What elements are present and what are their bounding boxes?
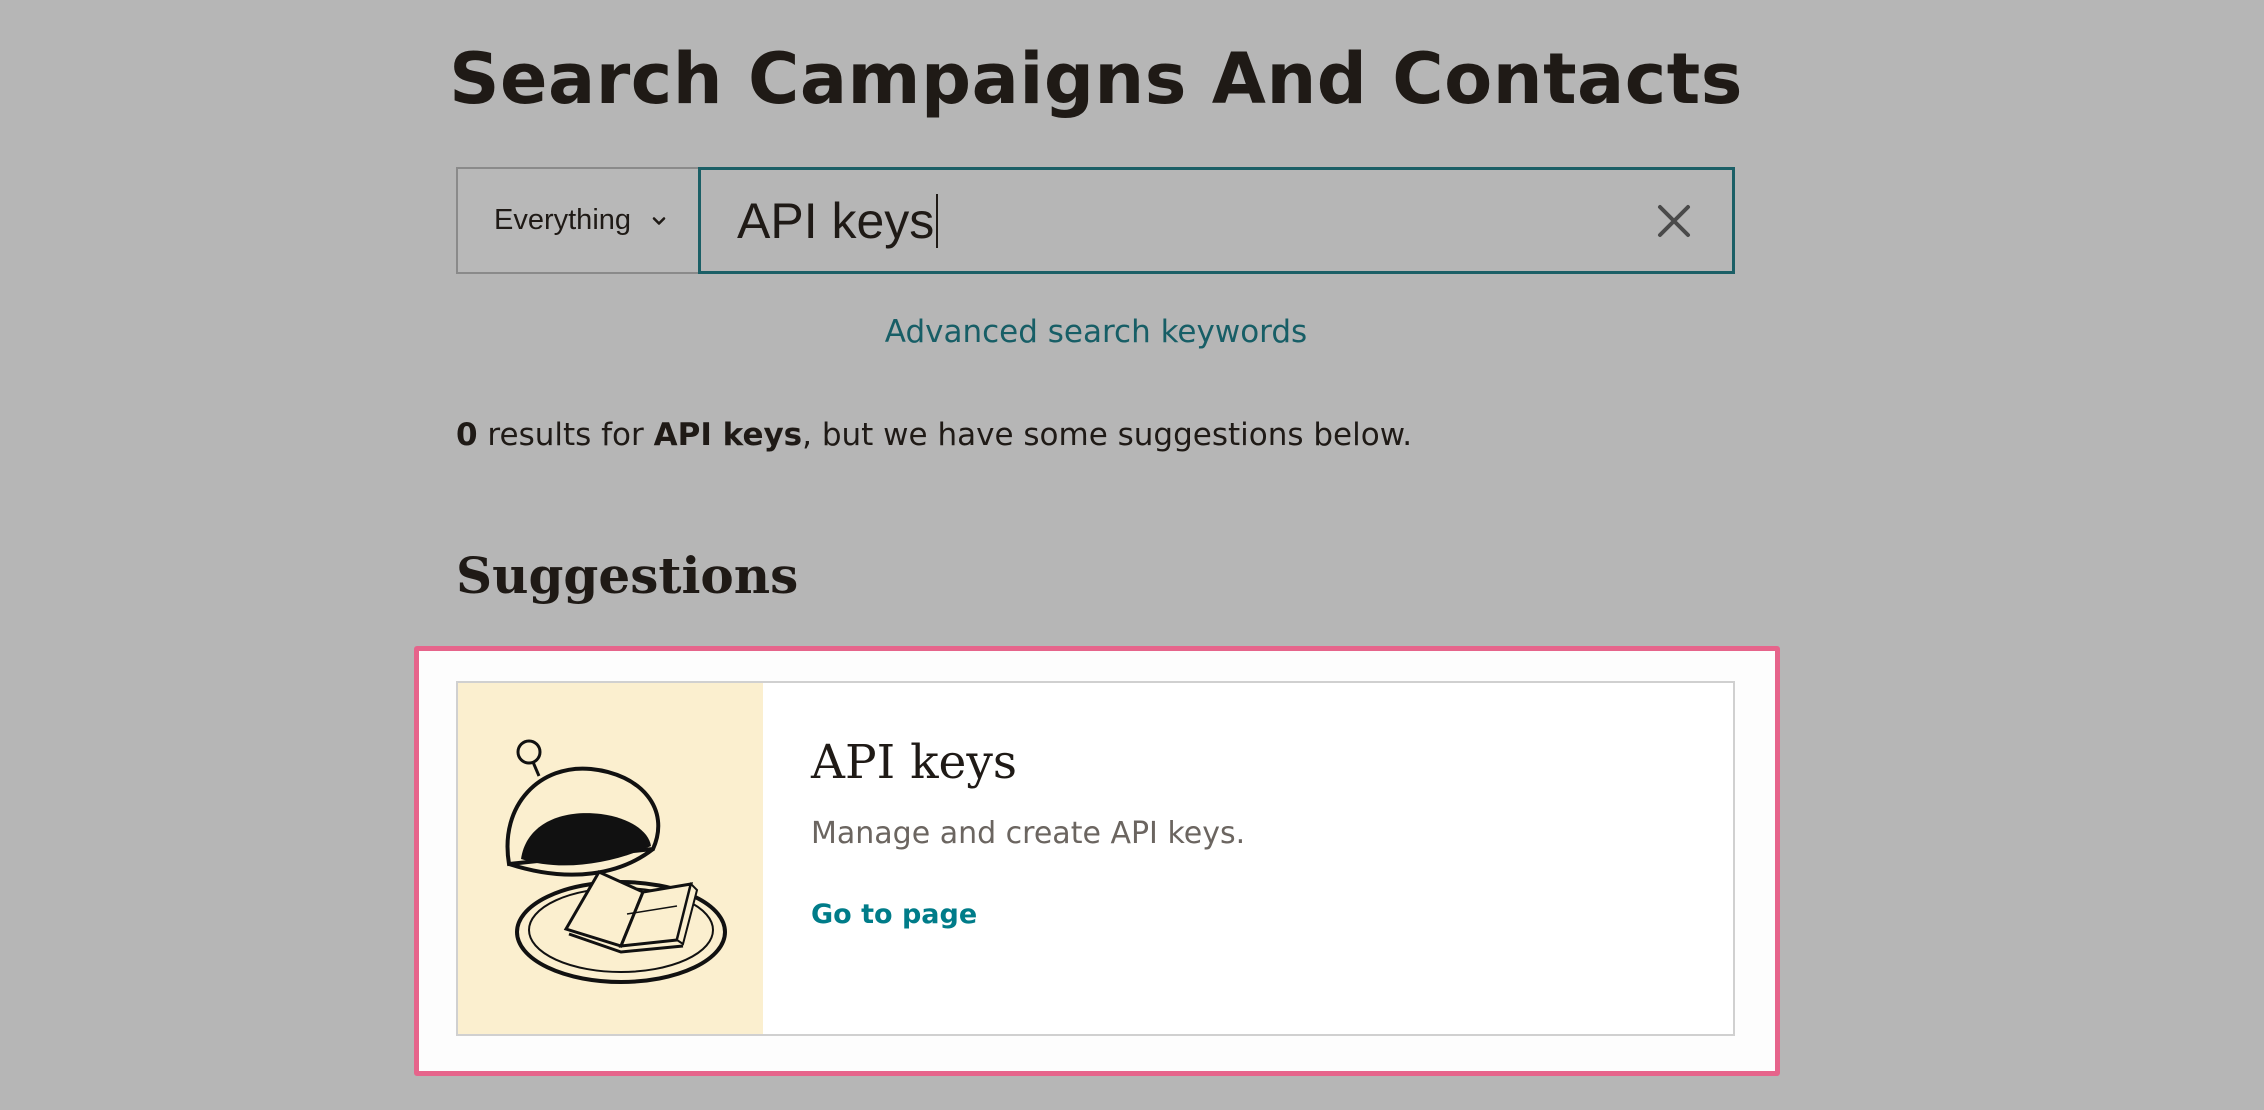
go-to-page-link[interactable]: Go to page bbox=[811, 899, 977, 930]
search-scope-label: Everything bbox=[494, 204, 632, 236]
text-caret bbox=[936, 193, 939, 248]
page-title: Search Campaigns And Contacts bbox=[449, 38, 1743, 120]
suggestion-card-body: API keys Manage and create API keys. Go … bbox=[763, 683, 1245, 1034]
results-count: 0 bbox=[456, 417, 478, 453]
search-scope-select[interactable]: Everything bbox=[456, 167, 698, 274]
search-input-value: API keys bbox=[737, 192, 935, 249]
suggestions-heading: Suggestions bbox=[456, 546, 799, 605]
search-bar: Everything API keys bbox=[456, 167, 1735, 274]
results-suffix: , but we have some suggestions below. bbox=[802, 417, 1413, 453]
chevron-down-icon bbox=[647, 209, 671, 233]
suggestion-description: Manage and create API keys. bbox=[811, 816, 1246, 851]
results-prefix: results for bbox=[477, 417, 654, 453]
close-icon[interactable] bbox=[1656, 203, 1692, 239]
results-query: API keys bbox=[653, 417, 803, 453]
cloche-book-illustration bbox=[458, 683, 763, 1034]
advanced-search-link[interactable]: Advanced search keywords bbox=[0, 314, 2192, 350]
search-input[interactable]: API keys bbox=[698, 167, 1735, 274]
results-summary: 0 results for API keys, but we have some… bbox=[456, 417, 1412, 453]
suggestion-title: API keys bbox=[811, 735, 1018, 790]
suggestion-card[interactable]: API keys Manage and create API keys. Go … bbox=[456, 681, 1735, 1036]
